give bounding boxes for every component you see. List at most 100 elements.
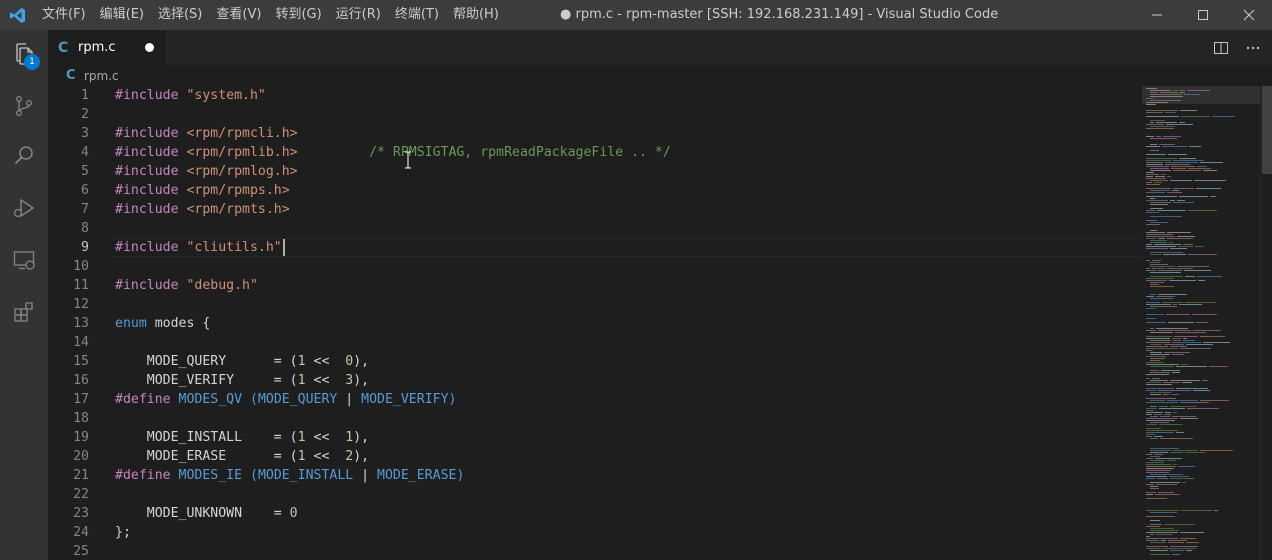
code-token: "cliutils.h" — [186, 240, 282, 255]
code-line[interactable]: 8 — [48, 219, 1142, 238]
menu-item[interactable]: 编辑(E) — [93, 0, 151, 30]
minimap-line — [1146, 468, 1174, 469]
code-token: << — [305, 373, 346, 388]
code-line[interactable]: 16 MODE_VERIFY = (1 << 3), — [48, 371, 1142, 390]
code-line[interactable]: 6 #include <rpm/rpmps.h> — [48, 181, 1142, 200]
code-line[interactable]: 12 — [48, 295, 1142, 314]
menu-item[interactable]: 选择(S) — [151, 0, 209, 30]
minimap-line — [1146, 162, 1163, 163]
minimap-line — [1193, 390, 1210, 391]
code-token: MODE_UNKNOWN = — [115, 506, 290, 521]
minimap-line — [1150, 512, 1177, 513]
menu-item[interactable]: 查看(V) — [209, 0, 268, 30]
code-line[interactable]: 21 #define MODES_IE (MODE_INSTALL | MODE_… — [48, 466, 1142, 485]
minimap-line — [1186, 344, 1213, 345]
code-line[interactable]: 24}; — [48, 523, 1142, 542]
minimap-line — [1146, 362, 1164, 363]
minimap-line — [1171, 166, 1195, 167]
search-button[interactable] — [0, 132, 48, 180]
code-token: 0 — [289, 506, 298, 521]
search-icon — [14, 146, 33, 165]
code-line[interactable]: 17 #define MODES_QV (MODE_QUERY | MODE_VE… — [48, 390, 1142, 409]
extensions-button[interactable] — [0, 288, 48, 336]
minimap-slider[interactable] — [1142, 86, 1272, 104]
minimap-line — [1202, 380, 1208, 381]
minimap-line — [1195, 246, 1204, 247]
code-line[interactable]: 22 — [48, 485, 1142, 504]
minimap-line — [1200, 400, 1229, 401]
more-actions-button[interactable] — [1240, 35, 1266, 61]
remote-explorer-button[interactable] — [0, 236, 48, 284]
line-number: 17 — [73, 392, 89, 407]
menu-item[interactable]: 运行(R) — [329, 0, 388, 30]
vscode-logo-icon — [0, 0, 35, 30]
code-line[interactable]: 13 enum modes { — [48, 314, 1142, 333]
code-line[interactable]: 10 — [48, 257, 1142, 276]
code-line[interactable]: 18 — [48, 409, 1142, 428]
code-line[interactable]: 11 #include "debug.h" — [48, 276, 1142, 295]
minimap-line — [1150, 276, 1183, 277]
code-editor[interactable]: 1 #include "system.h" 2 3 #include <rpm/rpmc… — [48, 86, 1142, 560]
menu-item[interactable]: 帮助(H) — [446, 0, 506, 30]
minimap-line — [1150, 190, 1170, 191]
code-line[interactable]: 2 — [48, 105, 1142, 124]
run-debug-button[interactable] — [0, 184, 48, 232]
scrollbar-thumb[interactable] — [1262, 86, 1272, 174]
minimap-line — [1200, 336, 1225, 337]
minimap-line — [1181, 116, 1210, 117]
minimap-line — [1146, 246, 1176, 247]
line-number: 6 — [81, 183, 89, 198]
minimap-line — [1150, 450, 1171, 451]
code-token: << — [305, 354, 346, 369]
minimap-line — [1146, 224, 1160, 225]
minimap-line — [1156, 328, 1188, 329]
code-line[interactable]: 9 #include "cliutils.h" — [48, 238, 1142, 257]
code-line[interactable]: 14 — [48, 333, 1142, 352]
code-token: #include — [115, 164, 187, 179]
minimap-line — [1150, 286, 1174, 287]
code-line[interactable]: 3 #include <rpm/rpmcli.h> — [48, 124, 1142, 143]
breadcrumb-file[interactable]: rpm.c — [84, 69, 119, 83]
tab-rpm-c[interactable]: C rpm.c — [48, 30, 166, 65]
split-editor-button[interactable] — [1208, 35, 1234, 61]
menu-item[interactable]: 转到(G) — [268, 0, 328, 30]
minimap-line — [1165, 162, 1198, 163]
code-line[interactable]: 1 #include "system.h" — [48, 86, 1142, 105]
explorer-button[interactable]: 1 — [0, 30, 48, 78]
minimap-line — [1150, 328, 1154, 329]
minimap-line — [1146, 164, 1163, 165]
source-control-button[interactable] — [0, 82, 48, 130]
line-number: 10 — [73, 259, 89, 274]
code-line[interactable]: 23 MODE_UNKNOWN = 0 — [48, 504, 1142, 523]
remote-explorer-icon — [13, 251, 35, 270]
code-line[interactable]: 4 #include <rpm/rpmlib.h> /* RPMSIGTAG, r… — [48, 143, 1142, 162]
menu-item[interactable]: 文件(F) — [35, 0, 93, 30]
line-code: MODE_ERASE = (1 << 2), — [115, 447, 369, 466]
close-window-button[interactable] — [1226, 0, 1272, 30]
breadcrumb[interactable]: C rpm.c — [48, 65, 1272, 86]
unsaved-dot-icon[interactable] — [145, 43, 154, 52]
code-line[interactable]: 15 MODE_QUERY = (1 << 0), — [48, 352, 1142, 371]
code-line[interactable]: 20 MODE_ERASE = (1 << 2), — [48, 447, 1142, 466]
minimap-line — [1146, 238, 1156, 239]
code-token: }; — [115, 525, 131, 540]
code-token: MODES_IE — [178, 468, 243, 483]
code-line[interactable]: 5 #include <rpm/rpmlog.h> — [48, 162, 1142, 181]
minimap-line — [1171, 394, 1179, 395]
minimap-line — [1150, 262, 1160, 263]
minimap-line — [1150, 120, 1165, 121]
menu-item[interactable]: 终端(T) — [388, 0, 446, 30]
minimap-line — [1150, 542, 1166, 543]
minimap-line — [1184, 270, 1211, 271]
minimap-line — [1214, 510, 1218, 511]
minimap-line — [1146, 182, 1152, 183]
minimap-line — [1156, 534, 1172, 535]
code-line[interactable]: 19 MODE_INSTALL = (1 << 1), — [48, 428, 1142, 447]
minimap-line — [1150, 240, 1167, 241]
minimap-line — [1146, 220, 1157, 221]
minimize-button[interactable] — [1134, 0, 1180, 30]
code-line[interactable]: 25 — [48, 542, 1142, 560]
maximize-button[interactable] — [1180, 0, 1226, 30]
code-line[interactable]: 7 #include <rpm/rpmts.h> — [48, 200, 1142, 219]
minimap[interactable] — [1142, 86, 1260, 560]
